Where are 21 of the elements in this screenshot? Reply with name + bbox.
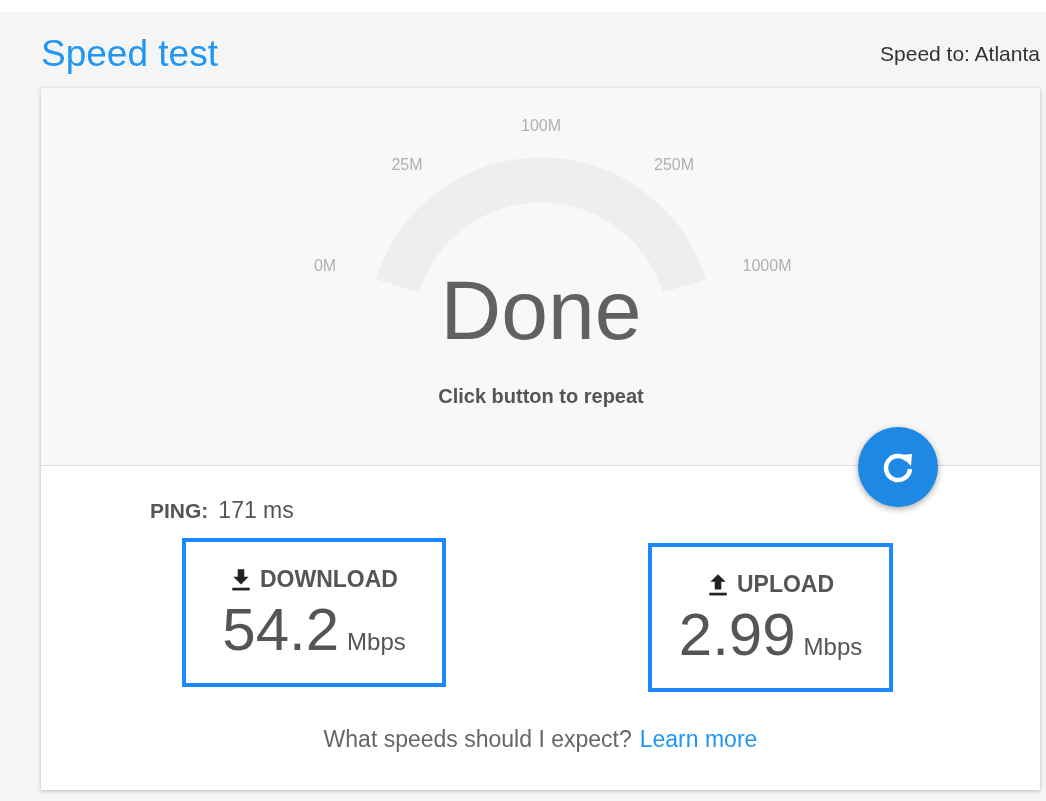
learn-more-link[interactable]: Learn more bbox=[639, 721, 758, 756]
ping-label: PING: bbox=[150, 497, 209, 524]
result-value: 54.2 bbox=[222, 600, 340, 660]
result-unit: Mbps bbox=[803, 632, 863, 662]
repeat-hint: Click button to repeat bbox=[438, 384, 644, 409]
gauge-tick-label: 1000M bbox=[742, 256, 792, 276]
repeat-button[interactable] bbox=[858, 427, 938, 507]
status-text: Done bbox=[440, 268, 642, 352]
gauge-tick-label: 250M bbox=[654, 155, 694, 175]
gauge-tick-label: 100M bbox=[521, 116, 561, 136]
page-title: Speed test bbox=[41, 34, 218, 72]
result-label: DOWNLOAD bbox=[260, 564, 398, 594]
server-location: Speed to: Atlanta bbox=[880, 41, 1040, 68]
ping-value: 171 ms bbox=[218, 496, 294, 525]
help-question: What speeds should I expect? bbox=[323, 724, 632, 754]
download-arrow-icon bbox=[230, 566, 252, 591]
result-unit: Mbps bbox=[347, 627, 406, 657]
gauge-tick-label: 0M bbox=[313, 256, 337, 276]
result-label: UPLOAD bbox=[736, 569, 835, 599]
gauge-tick-label: 25M bbox=[391, 155, 423, 175]
result-value: 2.99 bbox=[678, 605, 796, 665]
